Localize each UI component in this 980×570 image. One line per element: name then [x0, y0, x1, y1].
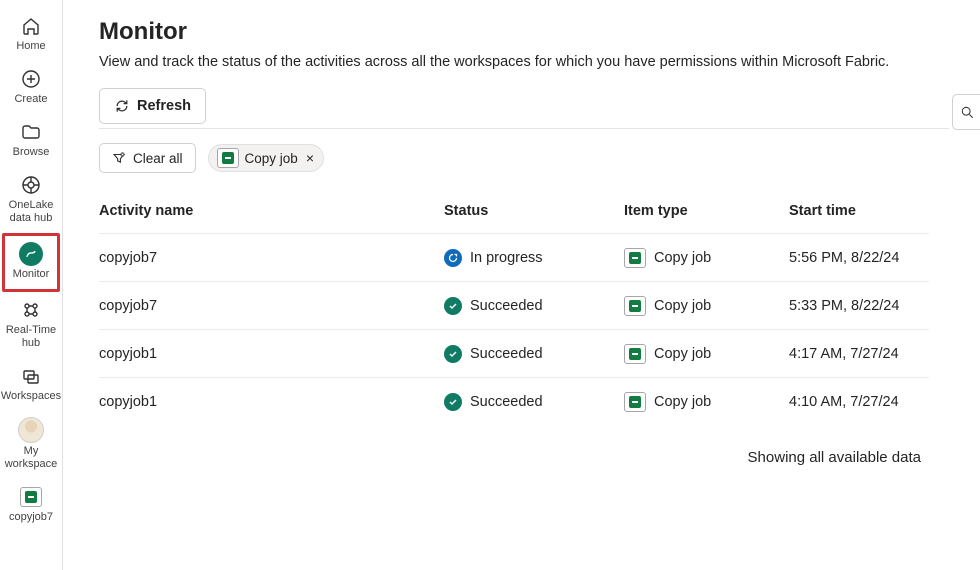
- cell-item-type: Copy job: [624, 344, 789, 364]
- copyjob-icon: [624, 296, 646, 316]
- status-in-progress-icon: [444, 249, 462, 267]
- copyjob-icon: [624, 344, 646, 364]
- avatar: [18, 417, 44, 443]
- toolbar: Refresh: [99, 88, 980, 124]
- plus-circle-icon: [19, 67, 43, 91]
- results-footer: Showing all available data: [99, 425, 929, 466]
- cell-item-type: Copy job: [624, 392, 789, 412]
- activity-table: Activity name Status Item type Start tim…: [99, 189, 929, 425]
- sidebar-item-label: My workspace: [5, 445, 58, 471]
- sidebar-item-label: Browse: [13, 146, 50, 159]
- clear-filter-icon: [112, 151, 126, 165]
- sidebar-item-label: Home: [16, 40, 45, 53]
- data-hub-icon: [19, 173, 43, 197]
- copyjob-icon: [624, 392, 646, 412]
- status-succeeded-icon: [444, 345, 462, 363]
- item-type-label: Copy job: [654, 298, 711, 314]
- search-panel-toggle[interactable]: [952, 94, 980, 130]
- page-subtitle: View and track the status of the activit…: [99, 54, 980, 70]
- sidebar-item-label: Monitor: [13, 268, 50, 281]
- table-row[interactable]: copyjob1 Succeeded Copy job 4:10 AM, 7/27/2…: [99, 377, 929, 425]
- table-row[interactable]: copyjob7 Succeeded Copy job 5:33 PM, 8/22/2…: [99, 281, 929, 329]
- cell-activity-name: copyjob1: [99, 346, 444, 362]
- status-succeeded-icon: [444, 393, 462, 411]
- cell-status: Succeeded: [444, 393, 624, 411]
- table-header: Activity name Status Item type Start tim…: [99, 189, 929, 233]
- table-row[interactable]: copyjob7 In progress Copy job 5:56 PM, 8/22…: [99, 233, 929, 281]
- sidebar-item-label: Create: [14, 93, 47, 106]
- cell-status: In progress: [444, 249, 624, 267]
- status-label: In progress: [470, 250, 543, 266]
- sidebar: Home Create Browse OneLake data hub Moni…: [0, 0, 63, 570]
- page-title: Monitor: [99, 18, 980, 46]
- item-type-label: Copy job: [654, 394, 711, 410]
- copyjob-icon: [19, 485, 43, 509]
- sidebar-item-copyjob7[interactable]: copyjob7: [5, 479, 57, 532]
- toolbar-divider: [99, 128, 949, 129]
- sidebar-item-home[interactable]: Home: [5, 8, 57, 61]
- sidebar-item-browse[interactable]: Browse: [5, 114, 57, 167]
- filter-chip-label: Copy job: [245, 151, 298, 166]
- cell-start-time: 5:56 PM, 8/22/24: [789, 250, 929, 266]
- refresh-icon: [114, 98, 130, 114]
- cell-status: Succeeded: [444, 345, 624, 363]
- sidebar-item-label: copyjob7: [9, 511, 53, 524]
- sidebar-item-realtime[interactable]: Real-Time hub: [5, 292, 57, 358]
- cell-item-type: Copy job: [624, 248, 789, 268]
- refresh-label: Refresh: [137, 98, 191, 114]
- sidebar-item-workspaces[interactable]: Workspaces: [5, 358, 57, 411]
- copyjob-icon: [624, 248, 646, 268]
- column-status[interactable]: Status: [444, 203, 624, 219]
- column-activity-name[interactable]: Activity name: [99, 203, 444, 219]
- home-icon: [19, 14, 43, 38]
- cell-status: Succeeded: [444, 297, 624, 315]
- folder-icon: [19, 120, 43, 144]
- filter-chip-copyjob[interactable]: Copy job ×: [208, 144, 324, 172]
- clear-all-label: Clear all: [133, 151, 183, 166]
- monitor-icon: [19, 242, 43, 266]
- workspaces-icon: [19, 364, 43, 388]
- cell-item-type: Copy job: [624, 296, 789, 316]
- cell-start-time: 5:33 PM, 8/22/24: [789, 298, 929, 314]
- refresh-button[interactable]: Refresh: [99, 88, 206, 124]
- item-type-label: Copy job: [654, 250, 711, 266]
- close-icon[interactable]: ×: [304, 150, 314, 166]
- column-start-time[interactable]: Start time: [789, 203, 929, 219]
- table-row[interactable]: copyjob1 Succeeded Copy job 4:17 AM, 7/27/2…: [99, 329, 929, 377]
- status-label: Succeeded: [470, 346, 543, 362]
- cell-activity-name: copyjob1: [99, 394, 444, 410]
- sidebar-item-label: Real-Time hub: [5, 324, 57, 350]
- copyjob-icon: [217, 148, 239, 168]
- realtime-icon: [19, 298, 43, 322]
- column-item-type[interactable]: Item type: [624, 203, 789, 219]
- status-label: Succeeded: [470, 394, 543, 410]
- item-type-label: Copy job: [654, 346, 711, 362]
- cell-start-time: 4:10 AM, 7/27/24: [789, 394, 929, 410]
- status-label: Succeeded: [470, 298, 543, 314]
- filter-bar: Clear all Copy job ×: [99, 143, 980, 173]
- cell-activity-name: copyjob7: [99, 298, 444, 314]
- cell-start-time: 4:17 AM, 7/27/24: [789, 346, 929, 362]
- sidebar-item-label: OneLake data hub: [5, 199, 57, 225]
- sidebar-item-create[interactable]: Create: [5, 61, 57, 114]
- sidebar-item-my-workspace[interactable]: My workspace: [5, 411, 57, 479]
- cell-activity-name: copyjob7: [99, 250, 444, 266]
- clear-all-button[interactable]: Clear all: [99, 143, 196, 173]
- sidebar-item-monitor[interactable]: Monitor: [2, 233, 60, 292]
- sidebar-item-label: Workspaces: [1, 390, 61, 403]
- sidebar-item-onelake[interactable]: OneLake data hub: [5, 167, 57, 233]
- main-content: Monitor View and track the status of the…: [63, 0, 980, 570]
- status-succeeded-icon: [444, 297, 462, 315]
- search-icon: [961, 106, 974, 119]
